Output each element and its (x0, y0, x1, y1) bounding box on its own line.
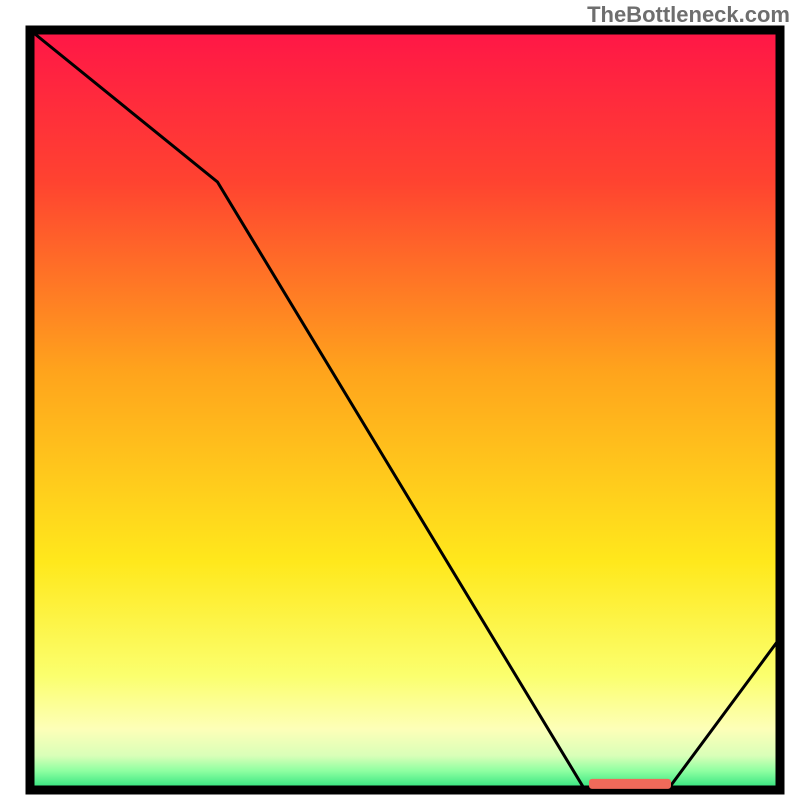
watermark-text: TheBottleneck.com (587, 2, 790, 28)
plot-background (30, 30, 780, 790)
optimal-marker (589, 779, 671, 789)
bottleneck-chart: TheBottleneck.com (0, 0, 800, 800)
chart-svg (0, 0, 800, 800)
